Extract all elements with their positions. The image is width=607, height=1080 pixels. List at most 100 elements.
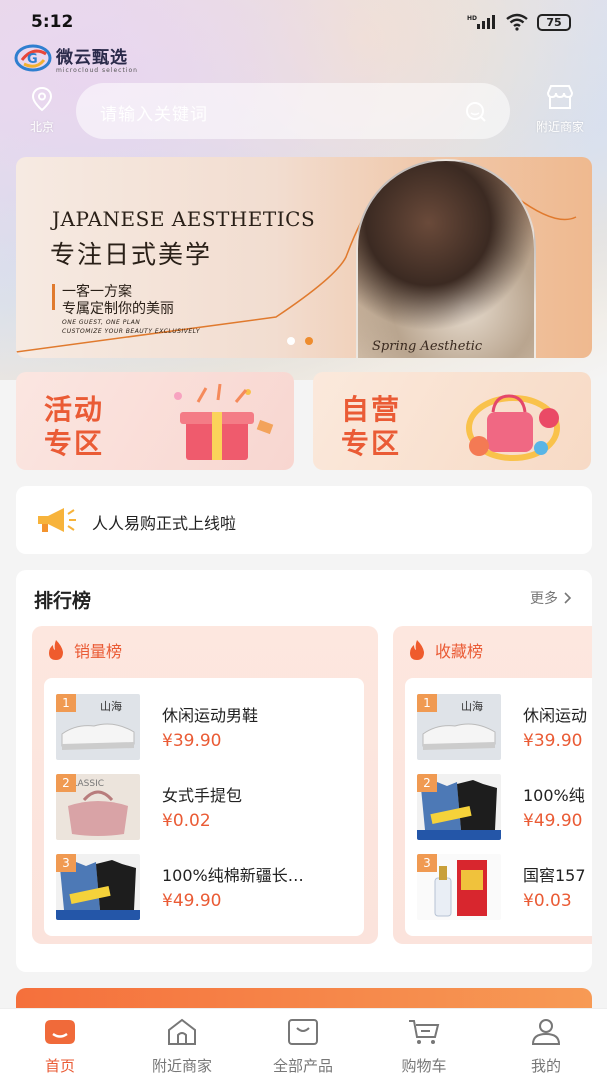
- banner-title-cn: 专注日式美学: [50, 240, 213, 269]
- ranking-section: 排行榜 更多 销量榜 山海 1 休闲运动男鞋 ¥39.90 CLASSIC 2 …: [16, 570, 592, 972]
- nearby-merchants-button[interactable]: 附近商家: [526, 84, 594, 135]
- chevron-right-icon: [564, 592, 572, 604]
- board-list: 山海 1 休闲运动 ¥39.90 2 100%纯 ¥49.90 3 国窖157 …: [405, 678, 592, 936]
- ranking-item[interactable]: 3 100%纯棉新疆长… ¥49.90: [56, 854, 356, 922]
- ranking-item[interactable]: CLASSIC 2 女式手提包 ¥0.02: [56, 774, 356, 842]
- ranking-item[interactable]: 山海 1 休闲运动 ¥39.90: [417, 694, 592, 762]
- product-thumbnail: 3: [417, 854, 501, 920]
- app-logo: G 微云甄选 microcloud selection: [14, 42, 138, 74]
- self-operated-zone-line2: 专区: [341, 427, 402, 460]
- bag-icon: [288, 1019, 318, 1045]
- house-icon: [168, 1018, 196, 1045]
- app-subtitle: microcloud selection: [56, 66, 138, 74]
- ranking-item[interactable]: 2 100%纯 ¥49.90: [417, 774, 592, 842]
- megaphone-icon: [38, 508, 76, 532]
- board-name: 销量榜: [74, 642, 123, 661]
- svg-text:G: G: [27, 52, 38, 67]
- status-time: 5:12: [31, 12, 74, 32]
- tab-profile-label: 我的: [530, 1057, 561, 1075]
- product-thumbnail: 山海 1: [417, 694, 501, 760]
- banner-en-line2: CUSTOMIZE YOUR BEAUTY EXCLUSIVELY: [62, 328, 201, 335]
- product-name: 休闲运动男鞋: [162, 706, 259, 725]
- battery-indicator: 75: [537, 13, 571, 31]
- ranking-title: 排行榜: [34, 590, 92, 612]
- location-button[interactable]: 北京: [22, 86, 62, 135]
- tab-home-label: 首页: [44, 1057, 75, 1075]
- wifi-icon: [506, 13, 528, 31]
- product-name: 女式手提包: [162, 786, 243, 805]
- ranking-item[interactable]: 山海 1 休闲运动男鞋 ¥39.90: [56, 694, 356, 762]
- tab-all-products[interactable]: 全部产品: [253, 1017, 353, 1076]
- product-thumbnail: 3: [56, 854, 140, 920]
- sales-ranking-board[interactable]: 销量榜 山海 1 休闲运动男鞋 ¥39.90 CLASSIC 2 女式手提包 ¥…: [32, 626, 378, 944]
- store-icon: [546, 85, 574, 109]
- product-thumbnail: 山海 1: [56, 694, 140, 760]
- product-thumbnail: CLASSIC 2: [56, 774, 140, 840]
- app-name: 微云甄选: [56, 47, 128, 68]
- promo-banner[interactable]: JAPANESE AESTHETICS 专注日式美学 一客一方案 专属定制你的美…: [16, 157, 592, 358]
- svg-text:山海: 山海: [461, 699, 483, 713]
- search-icon[interactable]: [464, 100, 488, 124]
- ranking-item[interactable]: 3 国窖157 ¥0.03: [417, 854, 592, 922]
- banner-en-line1: ONE GUEST, ONE PLAN: [62, 319, 141, 326]
- product-price: ¥0.03: [523, 891, 572, 911]
- flame-icon: [410, 640, 424, 660]
- banner-accent-bar: [52, 284, 55, 310]
- status-icons: HD 75: [467, 13, 571, 31]
- announcement-bar[interactable]: 人人易购正式上线啦: [16, 486, 592, 554]
- product-price: ¥0.02: [162, 811, 211, 831]
- banner-dot-1[interactable]: [287, 337, 295, 345]
- rank-badge: 3: [417, 854, 437, 872]
- tab-nearby-label: 附近商家: [151, 1057, 212, 1075]
- logo-icon: G: [14, 44, 52, 72]
- tab-all-products-label: 全部产品: [272, 1057, 333, 1075]
- nearby-label: 附近商家: [535, 120, 584, 134]
- self-operated-zone-card[interactable]: 自营 专区: [313, 372, 591, 470]
- banner-title-en: JAPANESE AESTHETICS: [52, 207, 316, 231]
- board-name: 收藏榜: [435, 642, 484, 661]
- product-price: ¥39.90: [523, 731, 583, 751]
- rank-badge: 1: [56, 694, 76, 712]
- tab-cart[interactable]: 购物车: [374, 1017, 474, 1076]
- tab-nearby[interactable]: 附近商家: [132, 1017, 232, 1076]
- location-label: 北京: [29, 120, 54, 134]
- favorites-ranking-board[interactable]: 收藏榜 山海 1 休闲运动 ¥39.90 2 100%纯 ¥49.90 3 国窖…: [393, 626, 592, 944]
- announcement-text: 人人易购正式上线啦: [92, 514, 237, 533]
- product-name: 国窖157: [523, 866, 586, 885]
- banner-pagination: [287, 337, 313, 345]
- svg-text:山海: 山海: [100, 699, 122, 713]
- product-thumbnail: 2: [417, 774, 501, 840]
- rank-badge: 3: [56, 854, 76, 872]
- tab-cart-label: 购物车: [401, 1057, 447, 1075]
- rank-badge: 1: [417, 694, 437, 712]
- bottom-tab-bar: 首页 附近商家 全部产品 购物车 我的: [0, 1008, 607, 1080]
- location-pin-icon: [31, 86, 53, 112]
- banner-line2: 专属定制你的美丽: [62, 301, 174, 317]
- tab-home[interactable]: 首页: [10, 1017, 110, 1076]
- more-label: 更多: [530, 591, 558, 607]
- activity-zone-line2: 专区: [44, 427, 105, 460]
- signal-icon: HD: [467, 15, 495, 29]
- gift-box-icon: [174, 383, 274, 460]
- banner-script-text: Spring Aesthetic: [372, 339, 483, 354]
- rank-badge: 2: [56, 774, 76, 792]
- cart-icon: [409, 1020, 440, 1044]
- svg-text:HD: HD: [467, 15, 477, 22]
- user-icon: [531, 1019, 561, 1045]
- product-name: 100%纯棉新疆长…: [162, 866, 304, 885]
- flame-icon: [49, 640, 63, 660]
- search-input[interactable]: 请输入关键词: [76, 83, 510, 139]
- banner-photo: [356, 159, 536, 358]
- banner-dot-2[interactable]: [305, 337, 313, 345]
- home-icon: [45, 1020, 75, 1044]
- ranking-more-link[interactable]: 更多: [530, 588, 572, 608]
- product-name: 休闲运动: [523, 706, 588, 725]
- rank-badge: 2: [417, 774, 437, 792]
- board-list: 山海 1 休闲运动男鞋 ¥39.90 CLASSIC 2 女式手提包 ¥0.02…: [44, 678, 364, 936]
- search-placeholder: 请输入关键词: [100, 105, 208, 125]
- shopping-items-icon: [466, 394, 560, 461]
- product-price: ¥39.90: [162, 731, 222, 751]
- tab-profile[interactable]: 我的: [496, 1017, 596, 1076]
- product-price: ¥49.90: [523, 811, 583, 831]
- activity-zone-card[interactable]: 活动 专区: [16, 372, 294, 470]
